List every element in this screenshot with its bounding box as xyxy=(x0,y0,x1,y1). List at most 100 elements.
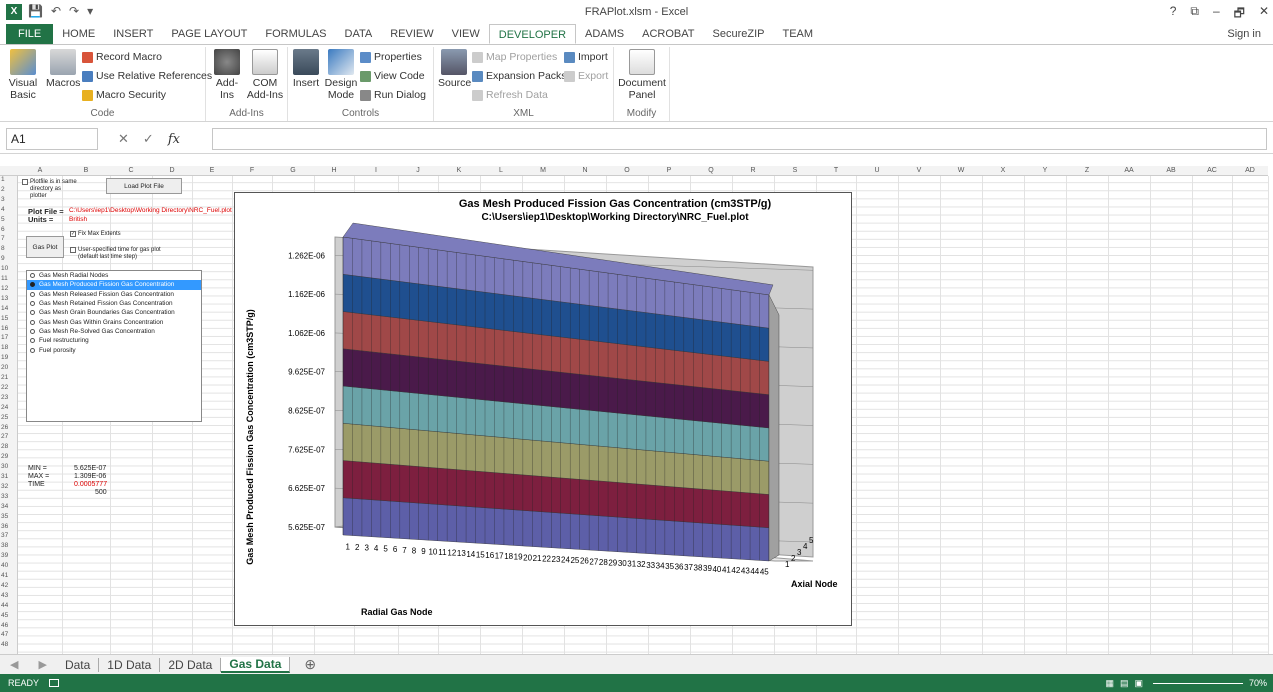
row-header[interactable]: 12 xyxy=(0,285,17,292)
row-header[interactable]: 24 xyxy=(0,404,17,411)
list-item[interactable]: Gas Mesh Released Fission Gas Concentrat… xyxy=(27,290,201,299)
row-header[interactable]: 3 xyxy=(0,196,17,203)
scroll-right-icon[interactable]: ▶ xyxy=(28,658,56,671)
list-item[interactable]: Fuel restructuring xyxy=(27,336,201,345)
enter-icon[interactable]: ✓ xyxy=(143,131,154,147)
list-item[interactable]: Gas Mesh Retained Fission Gas Concentrat… xyxy=(27,299,201,308)
row-header[interactable]: 11 xyxy=(0,275,17,282)
row-header[interactable]: 30 xyxy=(0,463,17,470)
column-header[interactable]: F xyxy=(232,167,272,174)
column-header[interactable]: J xyxy=(398,167,438,174)
tab-insert[interactable]: INSERT xyxy=(104,24,162,44)
row-header[interactable]: 39 xyxy=(0,552,17,559)
sheet-tab-1d-data[interactable]: 1D Data xyxy=(99,657,161,672)
row-header[interactable]: 21 xyxy=(0,374,17,381)
column-header[interactable]: Z xyxy=(1066,167,1108,174)
tab-formulas[interactable]: FORMULAS xyxy=(256,24,335,44)
tab-home[interactable]: HOME xyxy=(53,24,104,44)
customize-qat-icon[interactable]: ▾ xyxy=(87,4,93,18)
row-header[interactable]: 46 xyxy=(0,622,17,629)
restore-icon[interactable]: 🗗 xyxy=(1234,4,1245,25)
column-header[interactable]: AC xyxy=(1192,167,1232,174)
gas-plot-button[interactable]: Gas Plot xyxy=(26,236,64,258)
row-header[interactable]: 35 xyxy=(0,513,17,520)
tab-securezip[interactable]: SecureZIP xyxy=(704,24,774,44)
ribbon-display-icon[interactable]: ⧉ xyxy=(1190,4,1199,25)
row-header[interactable]: 23 xyxy=(0,394,17,401)
view-code-button[interactable]: View Code xyxy=(360,70,425,82)
column-header[interactable]: B xyxy=(62,167,110,174)
tab-file[interactable]: FILE xyxy=(6,24,54,44)
row-header[interactable]: 2 xyxy=(0,186,17,193)
row-header[interactable]: 38 xyxy=(0,542,17,549)
row-header[interactable]: 4 xyxy=(0,206,17,213)
plotfile-same-dir-checkbox[interactable]: Plotfile is in same directory as plotter xyxy=(22,179,78,200)
row-header[interactable]: 13 xyxy=(0,295,17,302)
expansion-packs-button[interactable]: Expansion Packs xyxy=(472,70,567,82)
row-header[interactable]: 43 xyxy=(0,592,17,599)
column-header[interactable]: U xyxy=(856,167,898,174)
surface-chart[interactable]: Gas Mesh Produced Fission Gas Concentrat… xyxy=(234,192,852,626)
column-header[interactable]: AA xyxy=(1108,167,1150,174)
row-header[interactable]: 48 xyxy=(0,641,17,648)
save-icon[interactable]: 💾 xyxy=(28,4,43,18)
tab-review[interactable]: REVIEW xyxy=(381,24,442,44)
refresh-data-button[interactable]: Refresh Data xyxy=(472,89,548,101)
list-item[interactable]: Fuel porosity xyxy=(27,345,201,354)
addins-button[interactable]: Add-Ins xyxy=(210,49,244,101)
row-header[interactable]: 34 xyxy=(0,503,17,510)
row-header[interactable]: 41 xyxy=(0,572,17,579)
undo-icon[interactable]: ↶ xyxy=(51,4,61,18)
column-header[interactable]: Y xyxy=(1024,167,1066,174)
zoom-slider[interactable] xyxy=(1152,682,1243,684)
row-header[interactable]: 29 xyxy=(0,453,17,460)
column-header[interactable]: V xyxy=(898,167,940,174)
load-plot-file-button[interactable]: Load Plot File xyxy=(106,178,182,194)
row-header[interactable]: 10 xyxy=(0,265,17,272)
column-header[interactable]: AD xyxy=(1232,167,1268,174)
row-header[interactable]: 26 xyxy=(0,424,17,431)
sheet-tab-data[interactable]: Data xyxy=(57,657,100,672)
page-layout-view-icon[interactable]: ▤ xyxy=(1120,678,1129,689)
row-header[interactable]: 25 xyxy=(0,414,17,421)
row-header[interactable]: 5 xyxy=(0,216,17,223)
map-properties-button[interactable]: Map Properties xyxy=(472,51,557,63)
insert-control-button[interactable]: Insert xyxy=(292,49,320,89)
row-header[interactable]: 33 xyxy=(0,493,17,500)
list-item[interactable]: Gas Mesh Radial Nodes xyxy=(27,271,201,280)
sheet-tab-gas-data[interactable]: Gas Data xyxy=(221,656,291,673)
record-macro-button[interactable]: Record Macro xyxy=(82,51,162,63)
properties-button[interactable]: Properties xyxy=(360,51,422,63)
add-sheet-icon[interactable]: ⊕ xyxy=(290,656,330,673)
fix-max-extents-checkbox[interactable]: ✓ Fix Max Extents xyxy=(70,231,121,238)
row-header[interactable]: 27 xyxy=(0,433,17,440)
row-header[interactable]: 6 xyxy=(0,226,17,233)
row-header[interactable]: 28 xyxy=(0,443,17,450)
column-header[interactable]: P xyxy=(648,167,690,174)
column-header[interactable]: K xyxy=(438,167,480,174)
visual-basic-button[interactable]: Visual Basic xyxy=(4,49,42,101)
column-header[interactable]: R xyxy=(732,167,774,174)
row-header[interactable]: 14 xyxy=(0,305,17,312)
column-header[interactable]: O xyxy=(606,167,648,174)
tab-acrobat[interactable]: ACROBAT xyxy=(633,24,703,44)
source-button[interactable]: Source xyxy=(438,49,471,89)
row-header[interactable]: 22 xyxy=(0,384,17,391)
import-button[interactable]: Import xyxy=(564,51,608,63)
tab-page-layout[interactable]: PAGE LAYOUT xyxy=(162,24,256,44)
relative-references-button[interactable]: Use Relative References xyxy=(82,70,212,82)
redo-icon[interactable]: ↷ xyxy=(69,4,79,18)
list-item[interactable]: Gas Mesh Re-Solved Gas Concentration xyxy=(27,327,201,336)
list-item[interactable]: Gas Mesh Gas Within Grains Concentration xyxy=(27,317,201,326)
row-header[interactable]: 45 xyxy=(0,612,17,619)
row-header[interactable]: 32 xyxy=(0,483,17,490)
document-panel-button[interactable]: Document Panel xyxy=(618,49,666,101)
macro-record-icon[interactable] xyxy=(49,679,60,687)
column-header[interactable]: AB xyxy=(1150,167,1192,174)
scroll-left-icon[interactable]: ◀ xyxy=(0,658,28,671)
column-header[interactable]: G xyxy=(272,167,314,174)
row-header[interactable]: 16 xyxy=(0,325,17,332)
macros-button[interactable]: Macros xyxy=(46,49,80,89)
column-header[interactable]: D xyxy=(152,167,192,174)
normal-view-icon[interactable]: ▦ xyxy=(1105,678,1114,689)
